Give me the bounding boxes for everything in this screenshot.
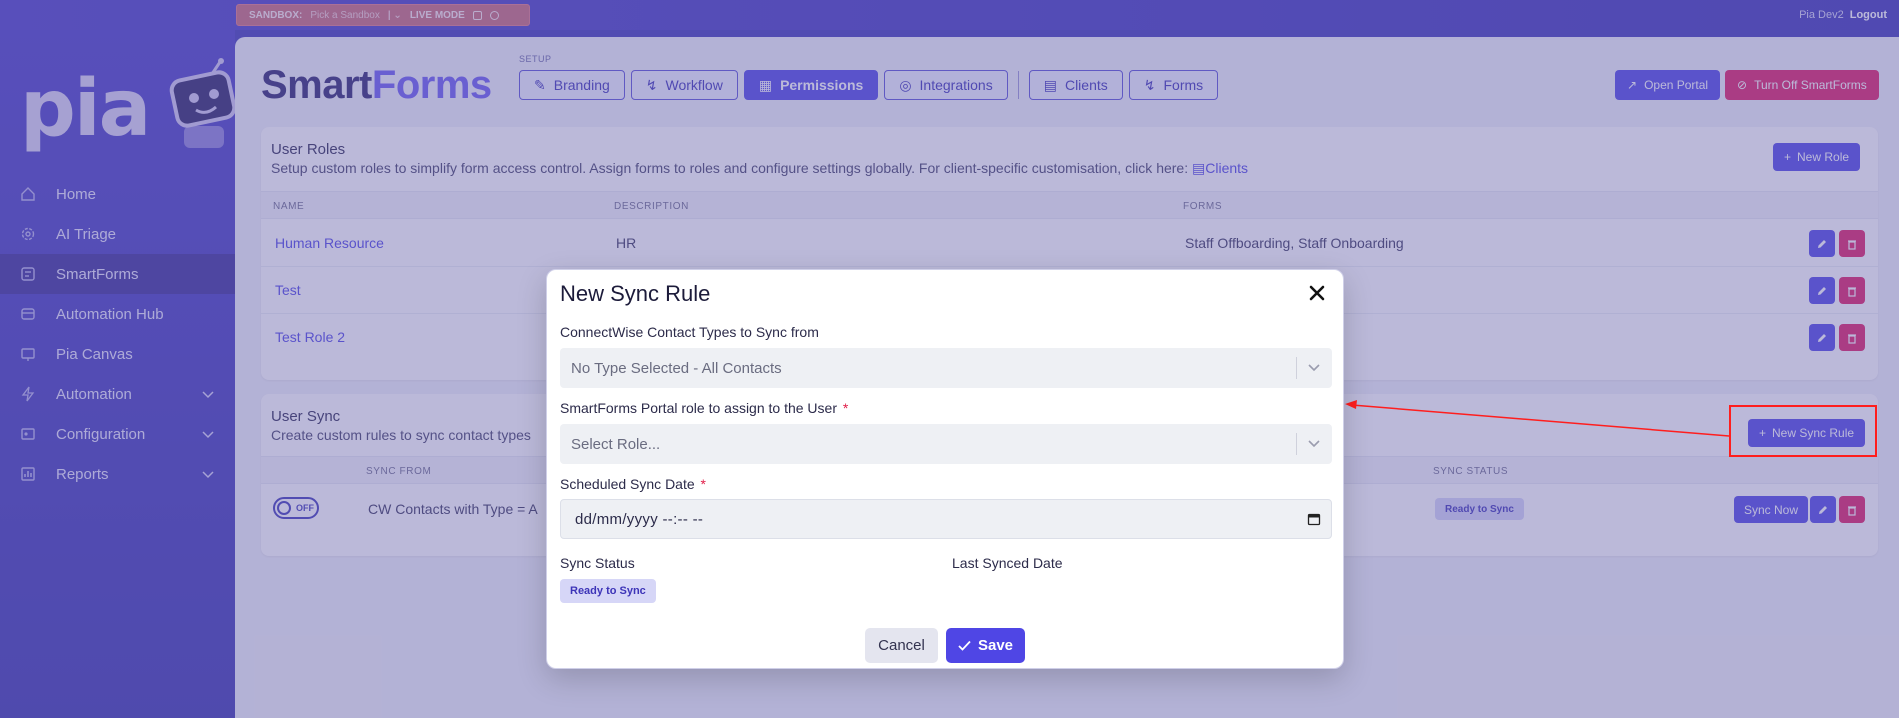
date-label: Scheduled Sync Date * bbox=[560, 476, 706, 492]
modal-title: New Sync Rule bbox=[560, 281, 711, 306]
sync-status-label: Sync Status bbox=[560, 555, 635, 571]
contact-types-select[interactable]: No Type Selected - All Contacts bbox=[560, 348, 1332, 388]
check-icon bbox=[958, 640, 971, 651]
role-select[interactable]: Select Role... bbox=[560, 424, 1332, 464]
contact-types-value: No Type Selected - All Contacts bbox=[571, 360, 782, 377]
select-separator bbox=[1296, 357, 1297, 379]
role-label-text: SmartForms Portal role to assign to the … bbox=[560, 400, 837, 416]
annotation-highlight-box bbox=[1729, 405, 1877, 457]
last-synced-label: Last Synced Date bbox=[952, 555, 1063, 571]
scheduled-sync-date-input[interactable]: dd/mm/yyyy --:-- -- bbox=[560, 499, 1332, 539]
new-sync-rule-modal: New Sync Rule ConnectWise Contact Types … bbox=[546, 269, 1344, 669]
chevron-down-icon[interactable] bbox=[1307, 439, 1321, 449]
save-button[interactable]: Save bbox=[946, 628, 1025, 663]
chevron-down-icon[interactable] bbox=[1307, 363, 1321, 373]
calendar-icon[interactable] bbox=[1307, 512, 1321, 526]
status-badge: Ready to Sync bbox=[560, 579, 656, 603]
contact-types-label: ConnectWise Contact Types to Sync from bbox=[560, 324, 819, 340]
required-asterisk: * bbox=[842, 400, 849, 416]
cancel-button[interactable]: Cancel bbox=[865, 628, 938, 663]
select-separator bbox=[1296, 433, 1297, 455]
role-placeholder: Select Role... bbox=[571, 436, 661, 453]
date-value: dd/mm/yyyy --:-- -- bbox=[575, 511, 704, 528]
role-label: SmartForms Portal role to assign to the … bbox=[560, 400, 848, 416]
save-label: Save bbox=[977, 637, 1014, 654]
date-label-text: Scheduled Sync Date bbox=[560, 476, 695, 492]
required-asterisk: * bbox=[700, 476, 706, 492]
close-icon[interactable] bbox=[1307, 283, 1327, 303]
